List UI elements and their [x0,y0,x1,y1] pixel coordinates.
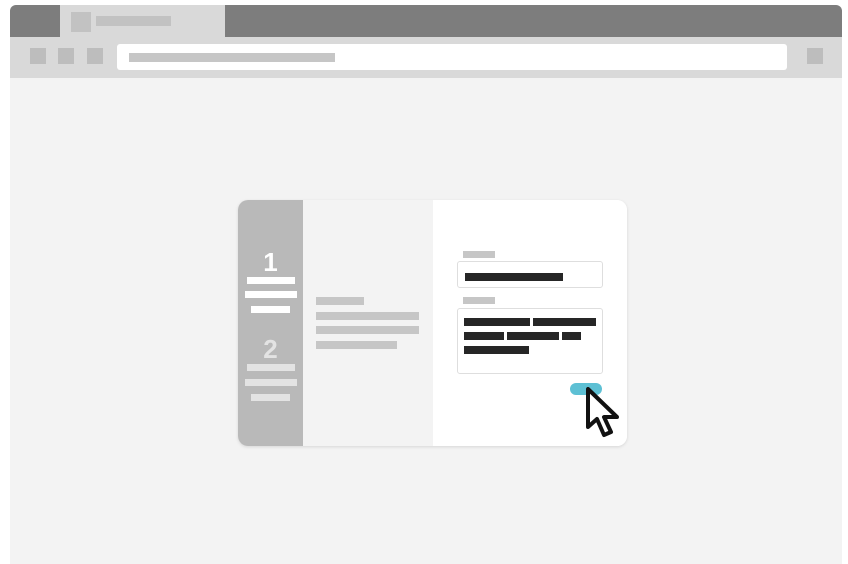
description-text-line [316,326,419,334]
step-number[interactable]: 2 [238,336,303,362]
field-label [463,297,495,304]
step-number[interactable]: 1 [238,249,303,275]
field-label [463,251,495,258]
tab-title [96,16,171,26]
wizard-dialog: 1 2 [238,200,627,446]
browser-window: 1 2 [10,5,842,564]
textarea-line [507,332,559,340]
textarea-line [562,332,581,340]
address-text [129,53,335,62]
text-input[interactable] [457,261,603,288]
back-icon[interactable] [30,48,46,64]
description-heading-line [316,297,364,305]
description-text-line [316,341,397,349]
step-label-line [245,291,297,298]
step-label-line [251,306,290,313]
step-label-line [247,277,295,284]
address-bar[interactable] [117,44,787,70]
browser-toolbar [10,37,842,78]
forward-icon[interactable] [58,48,74,64]
page-viewport: 1 2 [10,78,842,564]
step-description-panel [303,200,433,446]
step-label-line [245,379,297,386]
browser-tab[interactable] [60,5,225,38]
step-label-line [247,364,295,371]
browser-titlebar [10,5,842,38]
textarea-line [464,318,530,326]
pointer-arrow-icon [586,387,619,437]
description-text-line [316,312,419,320]
textarea-line [533,318,596,326]
step-sidebar: 1 2 [238,200,303,446]
page-favicon-icon [71,12,91,32]
menu-icon[interactable] [807,48,823,64]
reload-icon[interactable] [87,48,103,64]
input-value [465,273,563,281]
textarea-line [464,346,529,354]
textarea-input[interactable] [457,308,603,374]
step-label-line [251,394,290,401]
textarea-line [464,332,504,340]
